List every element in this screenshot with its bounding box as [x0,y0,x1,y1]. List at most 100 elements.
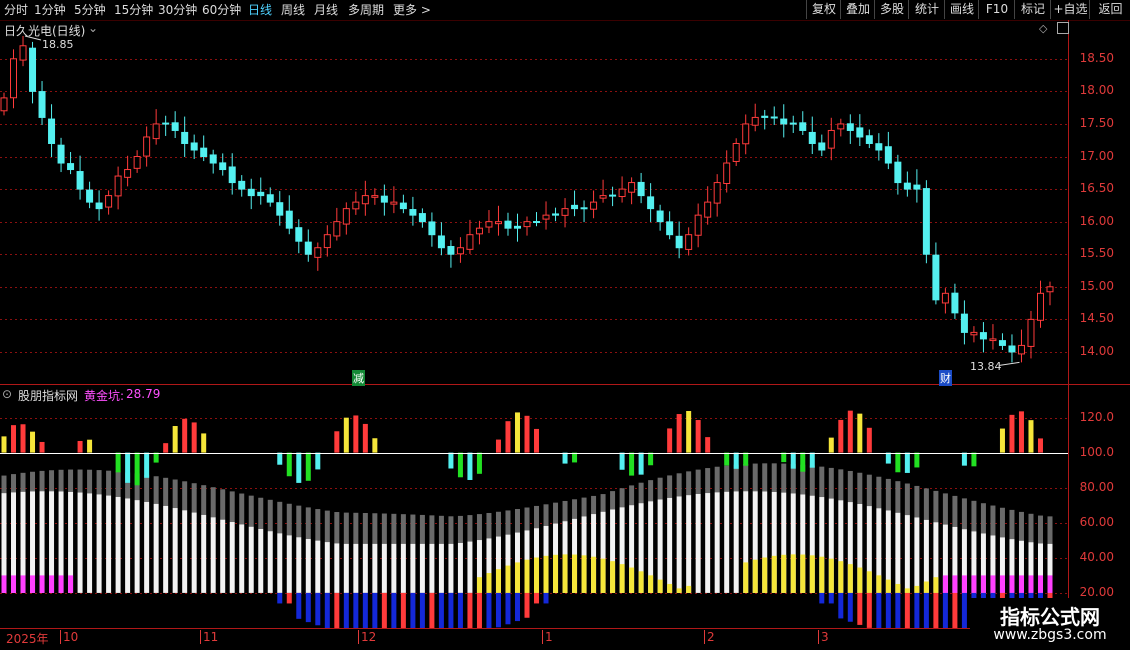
timeframe-tab-1[interactable]: 1分钟 [34,2,66,18]
candle [675,221,683,259]
toolbar-button-5[interactable]: F10 [978,0,1015,19]
bottom-signal [315,452,321,470]
candle-body [789,122,797,125]
yellow-segment [553,554,559,593]
candle-body [466,234,474,250]
candle [513,213,521,242]
candle-body [523,221,531,228]
bottom-segment [952,592,958,628]
price-axis-label-2: 17.50 [1079,115,1114,130]
toolbar-button-0[interactable]: 复权 [806,0,841,19]
indicator-bar-52 [495,439,501,628]
candle-body [304,241,312,255]
gray-segment [971,500,977,532]
bottom-segment [923,592,929,628]
event-marker-jian[interactable]: 减 [352,370,365,386]
top-signal [495,439,501,453]
magenta-segment [971,575,977,593]
candle [932,242,940,305]
timeframe-tab-10[interactable]: 更多 > [393,2,431,18]
indicator-bar-80 [762,463,768,593]
bottom-signal [885,452,891,464]
candle [456,237,464,263]
top-signal [1009,414,1015,453]
indicator-bar-82 [781,452,787,593]
gray-segment [838,469,844,501]
yellow-segment [847,564,853,593]
high-price-label: 18.85 [42,38,74,51]
indicator-bar-94 [895,452,901,628]
timeframe-tab-0[interactable]: 分时 [4,2,28,18]
candle-body [808,131,816,144]
bottom-segment [866,592,872,628]
indicator-bar-4 [39,441,45,593]
timeframe-tab-8[interactable]: 月线 [314,2,338,18]
timeframe-tab-3[interactable]: 15分钟 [114,2,153,18]
candle [789,115,797,133]
yellow-segment [657,579,663,593]
toolbar-button-6[interactable]: 标记 [1014,0,1051,19]
indicator-bar-106 [1009,414,1015,628]
candle-body [1046,286,1054,293]
toolbar-button-4[interactable]: 画线 [944,0,979,19]
white-segment [362,543,368,593]
indicator-bar-91 [866,427,872,628]
timeframe-tab-2[interactable]: 5分钟 [74,2,106,18]
timeframe-tab-9[interactable]: 多周期 [348,2,384,18]
indicator-bar-25 [239,493,245,593]
indicator-bar-40 [381,513,387,628]
candle [371,188,379,205]
timeframe-tab-5[interactable]: 60分钟 [202,2,241,18]
toolbar-button-8[interactable]: 返回 [1089,0,1130,19]
toolbar-button-7[interactable]: +自选 [1050,0,1090,19]
indicator-bar-66 [629,452,635,593]
white-segment [895,512,901,593]
gray-segment [381,513,387,544]
gray-segment [514,509,520,533]
white-segment [372,543,378,593]
gray-segment [961,498,967,530]
timeframe-tab-6[interactable]: 日线 [248,2,272,18]
indicator-bar-75 [714,466,720,593]
white-segment [657,499,663,593]
white-segment [419,543,425,593]
top-signal [857,413,863,453]
window-icon[interactable] [1057,22,1069,34]
top-signal [705,437,711,453]
candle-body [941,292,949,304]
top-signal [20,424,26,453]
candle-body [561,208,569,216]
white-segment [467,541,473,593]
bottom-signal [638,452,644,475]
candle-body [694,214,702,236]
candle-body [67,163,75,171]
timeframe-tab-7[interactable]: 周线 [281,2,305,18]
gray-segment [990,505,996,536]
candle-body [922,188,930,255]
toolbar-button-1[interactable]: 叠加 [840,0,875,19]
yellow-segment [581,555,587,593]
bottom-segment [524,592,530,618]
candle-body [504,220,512,229]
bottom-segment [419,592,425,628]
event-marker-cai[interactable]: 财 [939,370,952,386]
toolbar-button-2[interactable]: 多股 [874,0,909,19]
candle [523,216,531,236]
indicator-menu-icon[interactable]: ⊙ [2,387,12,401]
chevron-down-icon[interactable]: ⌄ [88,21,98,35]
timeframe-tab-4[interactable]: 30分钟 [158,2,197,18]
candle [342,202,350,235]
candle [922,180,930,264]
indicator-bar-12 [115,452,121,593]
indicator-bar-27 [258,497,264,593]
diamond-icon[interactable]: ◇ [1039,22,1047,35]
candle [466,219,474,254]
toolbar-button-3[interactable]: 统计 [908,0,945,19]
top-signal [343,417,349,453]
candle-body [751,116,759,126]
gray-segment [1018,511,1024,541]
yellow-segment [686,585,692,593]
candle [580,200,588,223]
magenta-segment [1018,575,1024,593]
indicator-chart [0,410,1068,628]
